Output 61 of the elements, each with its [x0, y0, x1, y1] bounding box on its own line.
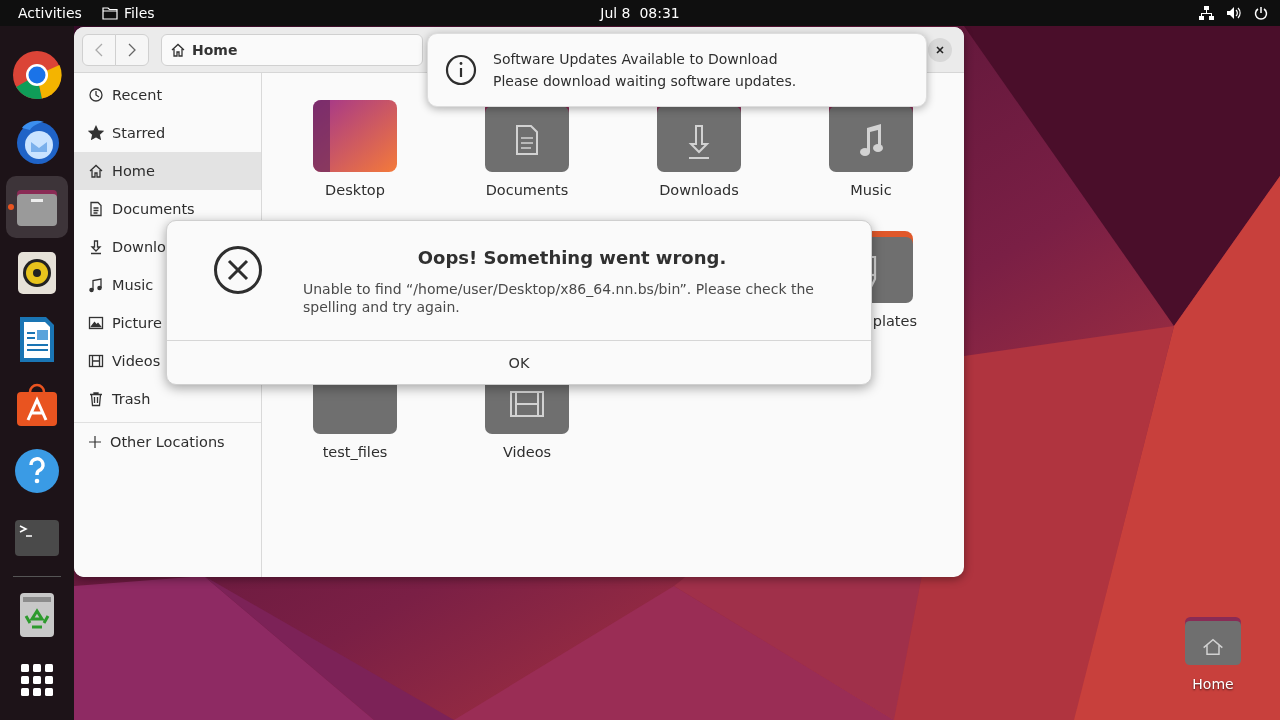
sidebar-item[interactable]: Other Locations — [74, 423, 261, 461]
folder-label[interactable]: Desktop — [325, 182, 385, 198]
desktop-icon-label[interactable]: Home — [1192, 676, 1234, 692]
sidebar-label: Documents — [112, 201, 195, 217]
browser-icon — [12, 50, 62, 100]
picture-icon — [88, 315, 104, 331]
home-icon — [170, 41, 186, 58]
sidebar-label: Downlo — [112, 239, 166, 255]
path-bar[interactable]: Home — [161, 33, 423, 66]
sidebar-label: Trash — [112, 391, 151, 407]
sidebar-item[interactable]: Starred — [74, 114, 261, 152]
running-indicator — [8, 204, 14, 210]
trash-icon — [88, 391, 104, 407]
folder-label[interactable]: Music — [850, 182, 892, 198]
sidebar-label: Recent — [112, 87, 163, 103]
sidebar-label: Picture — [112, 315, 162, 331]
sidebar-label: Other Locations — [110, 434, 225, 450]
chevron-right-icon — [128, 42, 136, 57]
help-icon — [12, 446, 62, 496]
folder-icon — [313, 100, 397, 172]
dock-item[interactable] — [6, 176, 68, 238]
sidebar-label: Videos — [112, 353, 161, 369]
plus-icon — [88, 435, 102, 449]
clock[interactable]: Jul 8 08:31 — [590, 1, 690, 25]
home-folder-icon[interactable] — [1185, 616, 1241, 666]
sidebar-label: Music — [112, 277, 154, 293]
sidebar-label: Starred — [112, 125, 166, 141]
power-icon[interactable] — [1254, 6, 1268, 20]
activities-button[interactable]: Activities — [8, 1, 92, 25]
notification-body: Please download waiting software updates. — [493, 73, 797, 89]
close-button[interactable] — [928, 37, 952, 62]
sidebar-item[interactable]: Home — [74, 152, 261, 190]
sidebar-label: Home — [112, 163, 155, 179]
folder-label[interactable]: Downloads — [659, 182, 739, 198]
sidebar-item[interactable]: Recent — [74, 76, 261, 114]
film-icon — [88, 353, 104, 369]
folder-icon — [101, 6, 118, 20]
path-segment[interactable]: Home — [192, 41, 238, 58]
close-icon — [936, 45, 944, 54]
document-icon — [88, 201, 104, 217]
grid-icon — [21, 664, 53, 696]
error-icon — [213, 245, 263, 295]
info-icon — [445, 54, 477, 86]
ok-button[interactable]: OK — [167, 340, 871, 384]
folder-label[interactable]: test_files — [322, 444, 388, 460]
notification-title: Software Updates Available to Download — [493, 51, 779, 67]
download-icon — [88, 239, 104, 255]
clock-icon — [88, 87, 104, 103]
folder-label[interactable]: Documents — [485, 182, 569, 198]
network-icon[interactable] — [1199, 6, 1214, 20]
folder-label[interactable]: plates — [872, 313, 917, 329]
dialog-message: Unable to find “/home/user/Desktop/x86_64.nn.bs/bin”. Please check the spelling and try again. — [303, 280, 815, 316]
home-icon — [88, 163, 104, 179]
folder-label[interactable]: Videos — [502, 444, 552, 460]
volume-icon[interactable] — [1226, 6, 1242, 20]
star-icon — [88, 125, 104, 141]
chevron-left-icon — [95, 42, 103, 57]
music-note-icon — [88, 277, 104, 293]
app-menu[interactable]: Files — [91, 1, 165, 25]
dialog-title: Oops! Something went wrong. — [416, 247, 728, 268]
notification-banner[interactable]: Software Updates Available to Download Please download waiting software updates. — [427, 33, 927, 107]
